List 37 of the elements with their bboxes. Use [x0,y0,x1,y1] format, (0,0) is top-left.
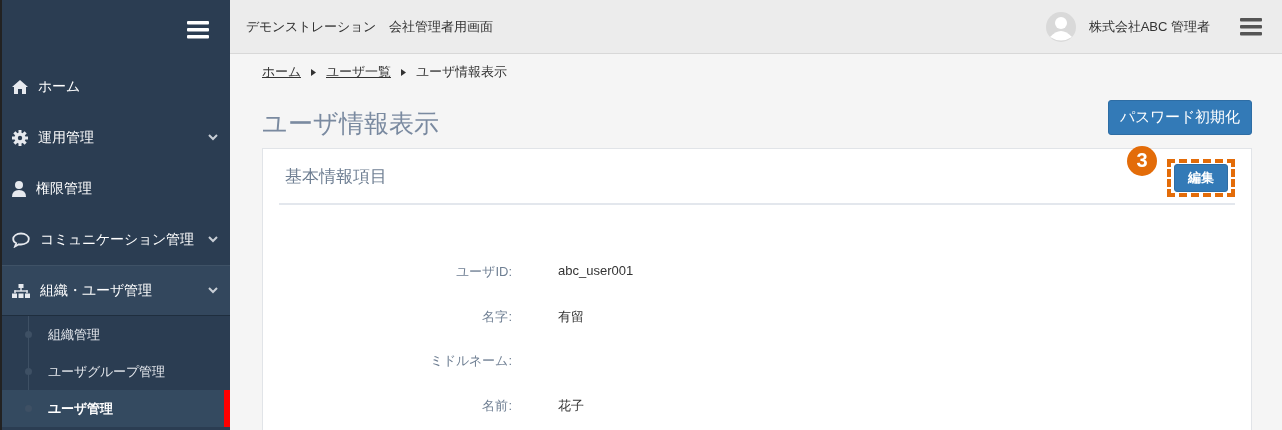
home-icon [12,79,28,94]
field-value: 有留 [558,307,584,326]
gear-icon [12,129,28,146]
breadcrumb-current: ユーザ情報表示 [416,63,507,81]
field-value: 花子 [558,396,584,415]
menu-icon[interactable] [187,20,209,39]
chevron-down-icon [208,287,218,294]
submenu-item[interactable]: ユーザ管理 [2,390,230,427]
card-title: 基本情報項目 [284,165,387,188]
field-label: 名前: [481,396,512,415]
password-reset-button[interactable]: パスワード初期化 [1108,100,1252,135]
sitemap-icon [12,283,30,298]
submenu-item[interactable]: 組織管理 [2,316,230,353]
edit-button[interactable]: 編集 [1174,163,1228,192]
page-title: ユーザ情報表示 [262,111,439,136]
field-label: ミドルネーム: [429,352,512,370]
sidebar-item[interactable]: ホーム [2,61,230,112]
field-value: abc_user001 [558,263,634,278]
sidebar-item[interactable]: 運用管理 [2,112,230,163]
step-number-badge: 3 [1127,145,1157,176]
field-label: 名字: [481,307,512,326]
user-icon [12,180,26,197]
breadcrumb-link[interactable]: ユーザ一覧 [326,63,391,81]
speech-bubble-icon [12,231,30,248]
chevron-down-icon [208,134,218,141]
chevron-down-icon [208,236,218,243]
user-name: 株式会社ABC 管理者 [1088,17,1210,36]
menu-icon[interactable] [1240,17,1262,36]
chevron-right-icon [401,68,406,76]
sidebar-item[interactable]: 組織・ユーザ管理 [2,265,230,316]
breadcrumb-link[interactable]: ホーム [262,63,301,81]
field-label: ユーザID: [455,263,512,281]
chevron-right-icon [311,68,316,76]
sidebar-item[interactable]: コミュニケーション管理 [2,214,230,265]
submenu-item[interactable]: ユーザグループ管理 [2,353,230,390]
header-title: デモンストレーション 会社管理者用画面 [246,17,494,36]
sidebar-item[interactable]: 権限管理 [2,163,230,214]
